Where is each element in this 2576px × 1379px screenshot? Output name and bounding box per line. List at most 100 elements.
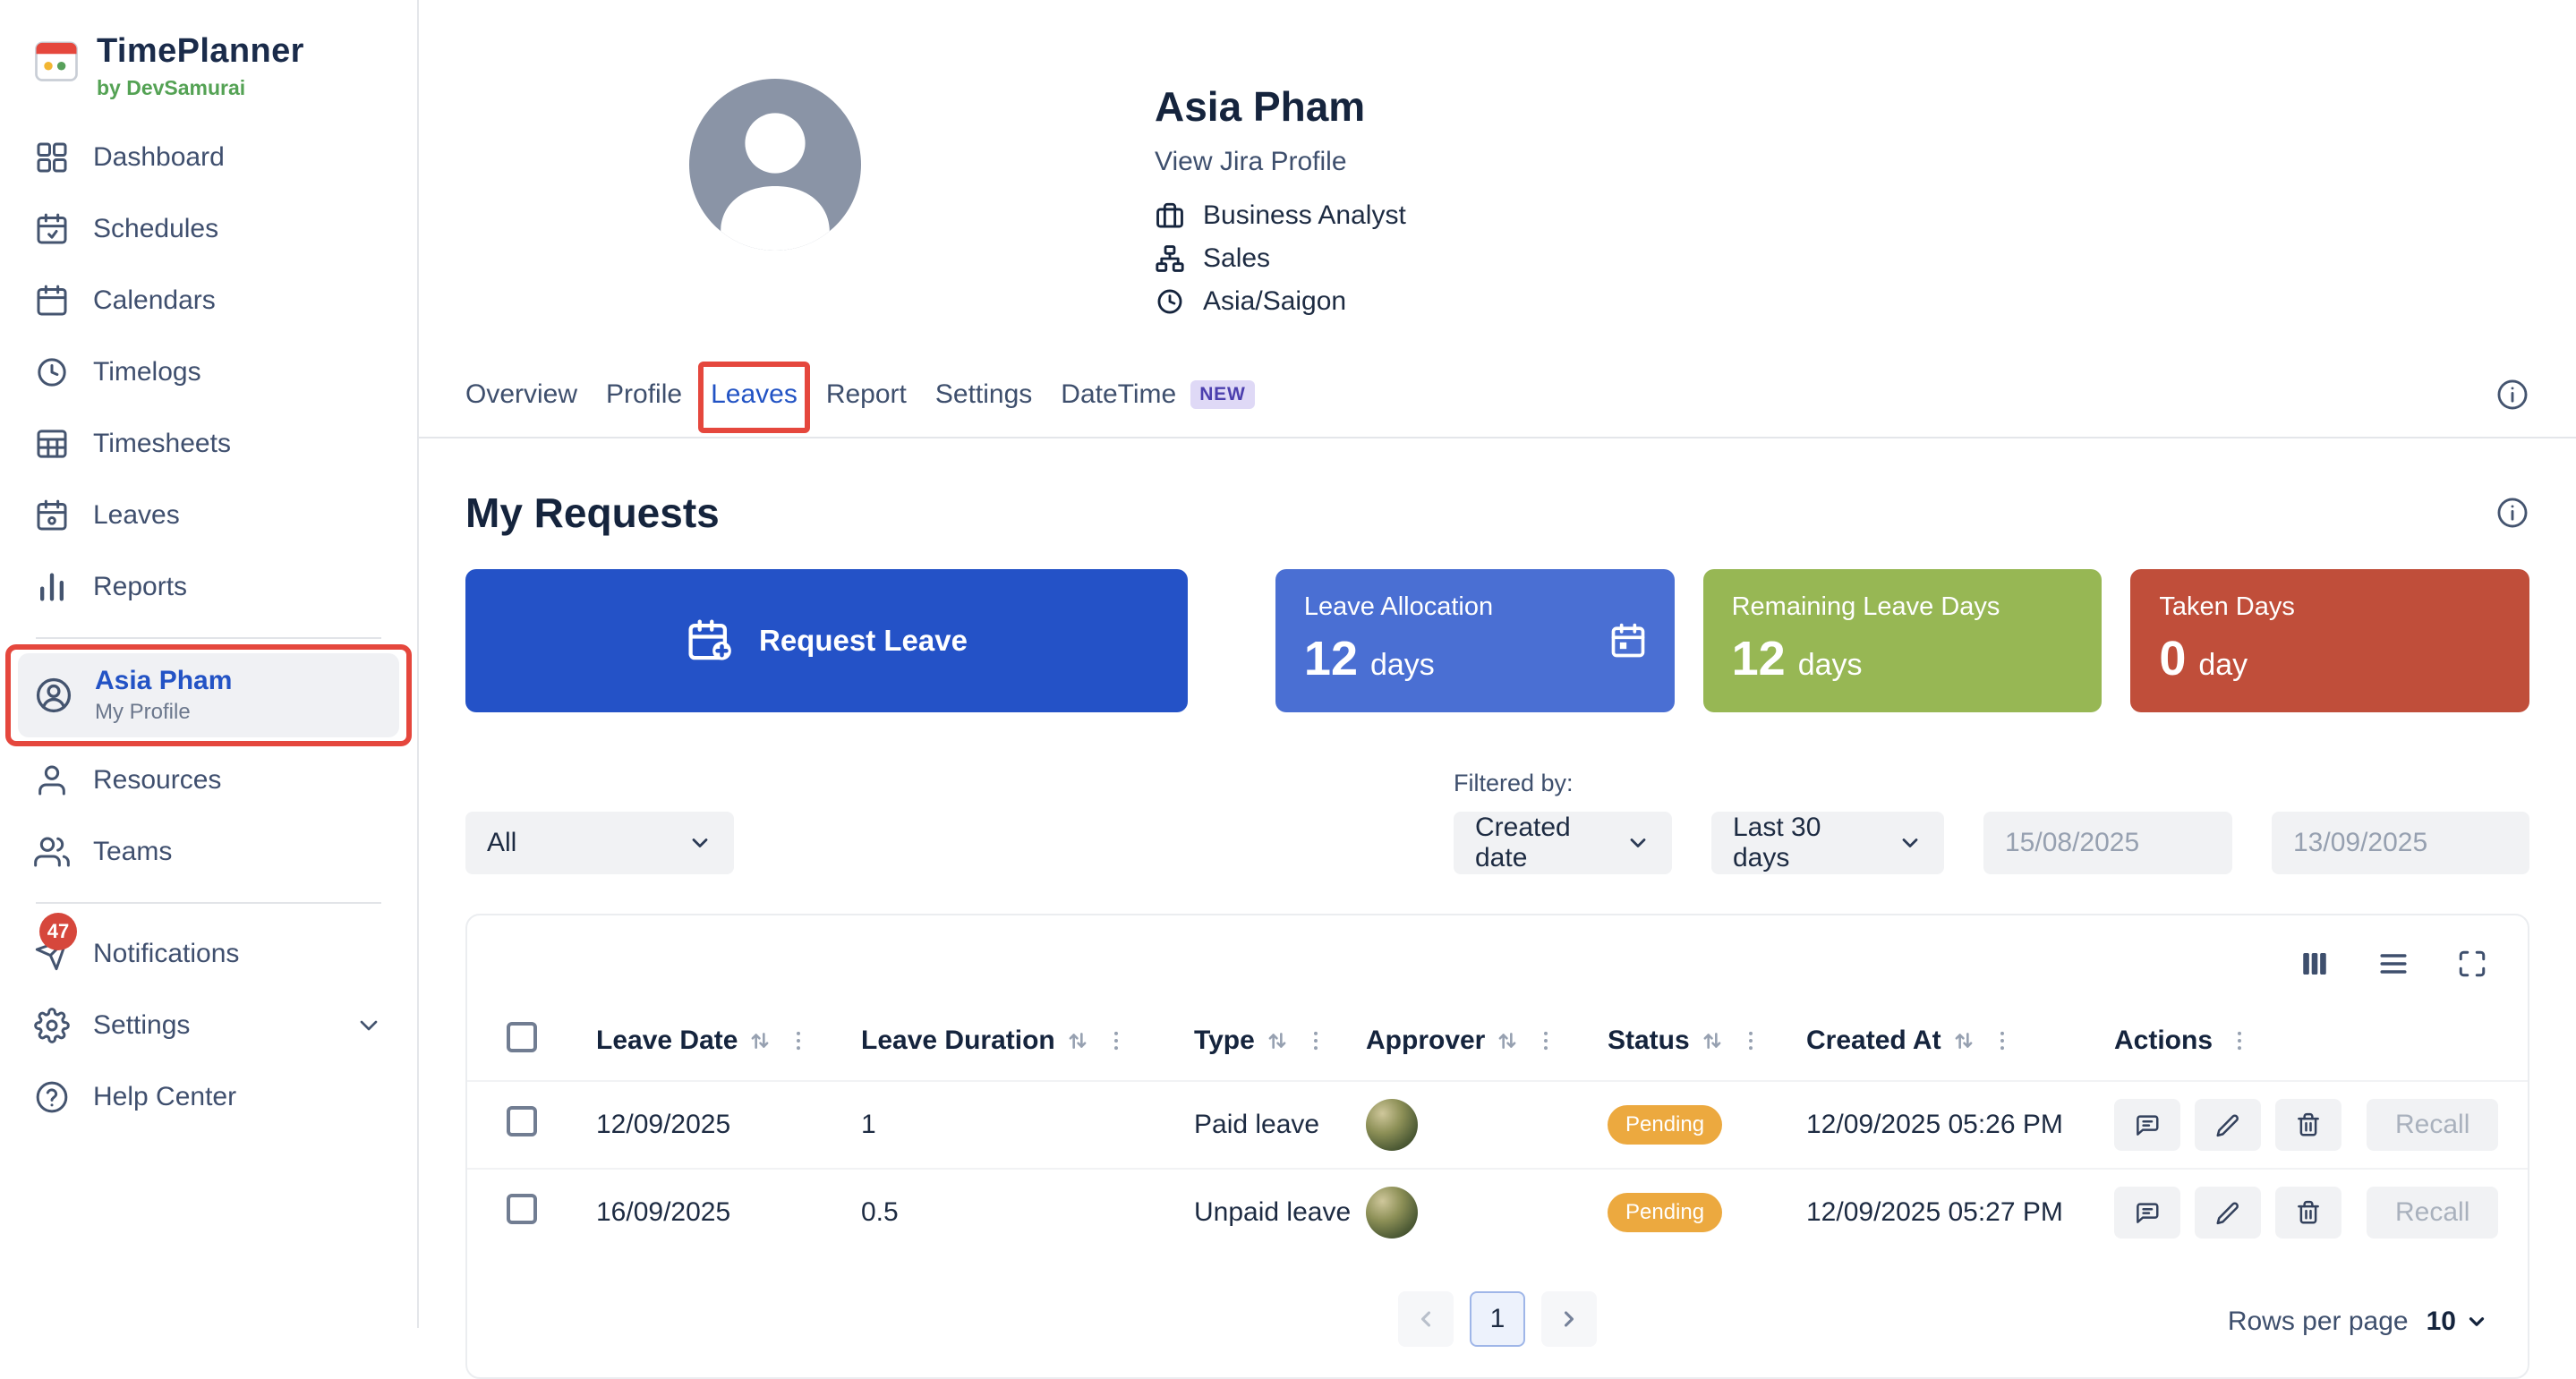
recall-button[interactable]: Recall xyxy=(2367,1099,2498,1151)
request-leave-label: Request Leave xyxy=(759,624,968,658)
column-menu-icon[interactable] xyxy=(1104,1028,1129,1053)
sidebar-item-dashboard[interactable]: Dashboard xyxy=(18,122,399,193)
tab-overview[interactable]: Overview xyxy=(465,379,577,410)
comment-button[interactable] xyxy=(2114,1187,2180,1239)
column-header-leave-date: Leave Date xyxy=(596,1026,861,1056)
sidebar-item-schedules[interactable]: Schedules xyxy=(18,193,399,265)
sidebar-item-label: Resources xyxy=(93,765,221,796)
column-menu-icon[interactable] xyxy=(786,1028,811,1053)
sort-icon[interactable] xyxy=(1701,1029,1724,1052)
date-from-input[interactable] xyxy=(1983,812,2232,874)
info-icon[interactable] xyxy=(2495,496,2529,530)
sidebar-item-label: Teams xyxy=(93,837,172,867)
leave-duration-cell: 0.5 xyxy=(861,1197,1194,1228)
user-circle-icon xyxy=(34,676,73,715)
column-label: Type xyxy=(1194,1026,1255,1056)
remaining-leave-days-card: Remaining Leave Days 12 days xyxy=(1703,569,2103,712)
fullscreen-icon[interactable] xyxy=(2456,948,2488,980)
sidebar-item-resources[interactable]: Resources xyxy=(18,745,399,816)
page-title: Asia Pham xyxy=(1155,82,1406,131)
chevron-down-icon xyxy=(1625,830,1651,855)
sidebar-item-help-center[interactable]: Help Center xyxy=(18,1061,399,1133)
edit-button[interactable] xyxy=(2195,1099,2261,1151)
column-menu-icon[interactable] xyxy=(1533,1028,1558,1053)
sidebar-divider xyxy=(36,902,381,904)
sidebar-item-timesheets[interactable]: Timesheets xyxy=(18,408,399,480)
delete-button[interactable] xyxy=(2275,1187,2341,1239)
view-jira-profile-link[interactable]: View Jira Profile xyxy=(1155,147,1347,177)
date-to-input[interactable] xyxy=(2272,812,2529,874)
sidebar-item-label: Schedules xyxy=(93,214,218,244)
sidebar-profile-subtitle: My Profile xyxy=(95,700,232,725)
role-text: Business Analyst xyxy=(1203,200,1406,231)
previous-page-button[interactable] xyxy=(1398,1291,1454,1347)
row-checkbox[interactable] xyxy=(507,1194,537,1224)
type-filter-select[interactable]: All xyxy=(465,812,734,874)
dashboard-icon xyxy=(34,140,70,175)
column-label: Approver xyxy=(1366,1026,1485,1056)
sidebar-divider xyxy=(36,637,381,639)
date-range-select[interactable]: Last 30 days xyxy=(1711,812,1944,874)
approver-avatar xyxy=(1366,1099,1418,1151)
app-title: TimePlanner xyxy=(97,32,304,71)
info-icon[interactable] xyxy=(2495,378,2529,412)
sort-icon[interactable] xyxy=(1496,1029,1519,1052)
table-toolbar xyxy=(467,915,2528,1001)
sidebar-item-reports[interactable]: Reports xyxy=(18,551,399,623)
comment-button[interactable] xyxy=(2114,1099,2180,1151)
trash-icon xyxy=(2295,1199,2322,1226)
avatar xyxy=(689,79,861,251)
tab-datetime[interactable]: DateTime NEW xyxy=(1061,379,1254,410)
rows-per-page-select[interactable]: 10 xyxy=(2427,1307,2488,1337)
sort-icon[interactable] xyxy=(1066,1029,1089,1052)
page-1-button[interactable]: 1 xyxy=(1470,1291,1525,1347)
sidebar-item-my-profile[interactable]: Asia Pham My Profile xyxy=(18,653,399,737)
list-view-icon[interactable] xyxy=(2377,948,2410,980)
tab-profile[interactable]: Profile xyxy=(606,379,682,410)
stat-value: 12 xyxy=(1304,631,1358,686)
column-label: Created At xyxy=(1806,1026,1941,1056)
org-chart-icon xyxy=(1155,243,1185,274)
status-badge: Pending xyxy=(1608,1193,1722,1232)
stat-label: Leave Allocation xyxy=(1304,592,1646,622)
filter-field-select[interactable]: Created date xyxy=(1454,812,1672,874)
column-menu-icon[interactable] xyxy=(1738,1028,1763,1053)
request-leave-button[interactable]: Request Leave xyxy=(465,569,1188,712)
columns-icon[interactable] xyxy=(2299,948,2331,980)
timelogs-icon xyxy=(34,354,70,390)
column-menu-icon[interactable] xyxy=(2227,1028,2252,1053)
sidebar-item-notifications[interactable]: 47 Notifications xyxy=(18,918,399,990)
sidebar-item-label: Timelogs xyxy=(93,357,201,387)
tab-leaves[interactable]: Leaves xyxy=(711,379,798,410)
sort-icon[interactable] xyxy=(1266,1029,1289,1052)
delete-button[interactable] xyxy=(2275,1099,2341,1151)
stat-unit: days xyxy=(1798,648,1863,683)
approver-avatar xyxy=(1366,1187,1418,1239)
select-all-checkbox[interactable] xyxy=(507,1022,537,1052)
column-menu-icon[interactable] xyxy=(1303,1028,1328,1053)
sidebar-item-timelogs[interactable]: Timelogs xyxy=(18,336,399,408)
tab-report[interactable]: Report xyxy=(826,379,907,410)
sort-icon[interactable] xyxy=(748,1029,772,1052)
column-label: Actions xyxy=(2114,1026,2213,1056)
stat-value: 0 xyxy=(2159,631,2186,686)
timezone-row: Asia/Saigon xyxy=(1155,286,1406,317)
sort-icon[interactable] xyxy=(1952,1029,1975,1052)
edit-button[interactable] xyxy=(2195,1187,2261,1239)
sidebar-profile-name: Asia Pham xyxy=(95,666,232,696)
tab-settings[interactable]: Settings xyxy=(935,379,1032,410)
sidebar-item-label: Leaves xyxy=(93,500,180,531)
sidebar-item-calendars[interactable]: Calendars xyxy=(18,265,399,336)
tab-datetime-label: DateTime xyxy=(1061,379,1176,410)
recall-button[interactable]: Recall xyxy=(2367,1187,2498,1239)
filtered-by-group: Filtered by: Created date xyxy=(1454,770,1672,874)
row-checkbox[interactable] xyxy=(507,1106,537,1136)
sidebar-item-label: Calendars xyxy=(93,285,216,316)
column-menu-icon[interactable] xyxy=(1990,1028,2015,1053)
sidebar-item-settings[interactable]: Settings xyxy=(18,990,399,1061)
sidebar-item-leaves[interactable]: Leaves xyxy=(18,480,399,551)
help-circle-icon xyxy=(34,1079,70,1115)
sidebar-item-teams[interactable]: Teams xyxy=(18,816,399,888)
column-header-type: Type xyxy=(1194,1026,1366,1056)
next-page-button[interactable] xyxy=(1541,1291,1597,1347)
